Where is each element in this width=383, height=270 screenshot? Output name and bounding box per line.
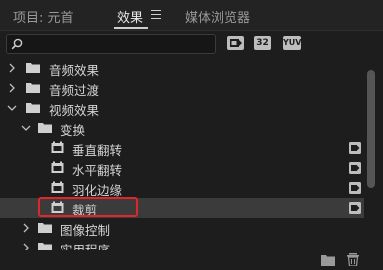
- effects-tree: 音频效果 音频过渡 视频效果 变换 垂直翻转 水平翻转 羽化边缘 裁剪 图像控制: [0, 58, 364, 250]
- scrollbar[interactable]: [365, 58, 377, 250]
- folder-icon: [26, 63, 40, 73]
- chevron-right-icon[interactable]: [20, 242, 32, 250]
- tree-item-vertical-flip[interactable]: 垂直翻转: [0, 138, 364, 158]
- 32bit-filter-button[interactable]: 32: [254, 36, 271, 50]
- tree-item-label: 变换: [60, 123, 86, 138]
- search-box[interactable]: [6, 34, 216, 54]
- tree-item-video-effects[interactable]: 视频效果: [0, 98, 364, 118]
- tree-item-utility[interactable]: 实用程序: [0, 238, 364, 250]
- tree-item-label: 音频过渡: [49, 83, 100, 98]
- chevron-down-icon[interactable]: [20, 122, 32, 134]
- effect-icon: [51, 161, 64, 173]
- tree-item-label: 水平翻转: [72, 163, 123, 178]
- tree-item-audio-transitions[interactable]: 音频过渡: [0, 78, 364, 98]
- effect-icon: [51, 181, 64, 193]
- tree-item-label: 视频效果: [49, 103, 100, 118]
- tab-effects[interactable]: 效果: [117, 7, 143, 26]
- yuv-filter-button[interactable]: YUV: [283, 36, 301, 50]
- effect-icon: [51, 141, 64, 153]
- accelerated-effects-filter-button[interactable]: [227, 36, 244, 50]
- chevron-down-icon[interactable]: [6, 102, 18, 114]
- tree-item-label: 垂直翻转: [72, 143, 123, 158]
- effect-icon: [51, 201, 64, 213]
- tree-item-label: 图像控制: [60, 223, 111, 238]
- panel-tab-bar: 项目: 元首 效果 媒体浏览器: [0, 0, 383, 31]
- folder-icon: [26, 83, 40, 93]
- tree-item-crop[interactable]: 裁剪: [0, 198, 364, 218]
- tree-item-feather-edges[interactable]: 羽化边缘: [0, 178, 364, 198]
- scrollbar-thumb[interactable]: [367, 70, 375, 188]
- panel-footer: [0, 250, 383, 270]
- tree-item-horizontal-flip[interactable]: 水平翻转: [0, 158, 364, 178]
- accelerated-effect-badge-icon: [349, 182, 361, 194]
- tree-item-label: 音频效果: [49, 63, 100, 78]
- accelerated-effect-badge-icon: [349, 162, 361, 174]
- accelerated-effects-icon: [230, 39, 242, 47]
- chevron-right-icon[interactable]: [6, 82, 18, 94]
- folder-icon: [38, 123, 52, 133]
- tree-item-image-control[interactable]: 图像控制: [0, 218, 364, 238]
- search-icon: [11, 38, 23, 50]
- accelerated-effect-badge-icon: [349, 142, 361, 154]
- new-bin-icon[interactable]: [321, 253, 335, 266]
- tree-item-audio-effects[interactable]: 音频效果: [0, 58, 364, 78]
- folder-icon: [38, 243, 52, 250]
- tab-project[interactable]: 项目: 元首: [13, 7, 74, 26]
- folder-icon: [38, 223, 52, 233]
- active-tab-underline: [114, 27, 148, 29]
- panel-menu-icon[interactable]: [151, 10, 161, 19]
- tree-item-label: 羽化边缘: [72, 183, 123, 198]
- search-input[interactable]: [25, 35, 211, 53]
- tree-item-label: 裁剪: [72, 203, 98, 218]
- chevron-right-icon[interactable]: [6, 62, 18, 74]
- folder-icon: [26, 103, 40, 113]
- tree-item-label: 实用程序: [60, 240, 110, 250]
- accelerated-effect-badge-icon: [349, 202, 361, 214]
- trash-icon[interactable]: [346, 253, 360, 266]
- tree-item-transform[interactable]: 变换: [0, 118, 364, 138]
- chevron-right-icon[interactable]: [20, 222, 32, 234]
- tab-media-browser[interactable]: 媒体浏览器: [185, 7, 250, 26]
